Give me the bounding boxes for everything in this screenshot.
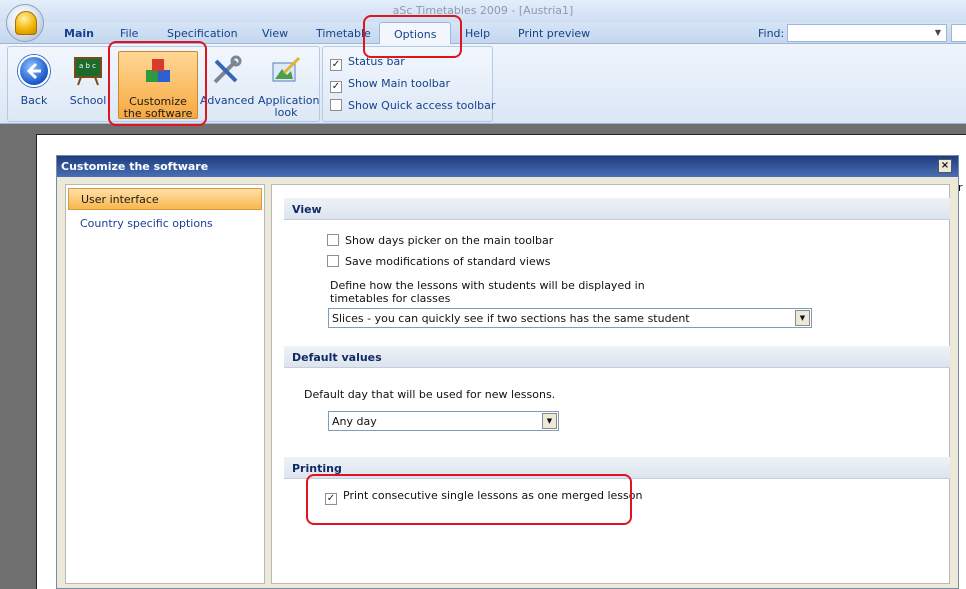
secondary-input[interactable] — [951, 24, 966, 42]
nav-item-country-specific-options[interactable]: Country specific options — [68, 213, 262, 235]
nav-item-user-interface[interactable]: User interface — [68, 188, 262, 210]
lessons-display-select[interactable]: Slices - you can quickly see if two sect… — [328, 308, 812, 328]
default-day-select[interactable]: Any day ▼ — [328, 411, 559, 431]
bell-icon — [15, 11, 37, 35]
checkbox[interactable] — [327, 234, 339, 246]
chevron-down-icon[interactable]: ▼ — [795, 310, 810, 326]
dialog-title: Customize the software × — [57, 156, 958, 177]
window-title: aSc Timetables 2009 - [Austria1] — [392, 4, 574, 17]
back-button[interactable]: Back — [10, 51, 58, 119]
application-look-button[interactable]: Application look — [254, 51, 319, 119]
section-printing-header: Printing — [284, 457, 950, 479]
checkbox[interactable] — [330, 99, 342, 111]
back-arrow-icon — [18, 55, 50, 87]
blocks-icon — [142, 56, 174, 88]
tab-timetable[interactable]: Timetable — [316, 27, 371, 40]
ribbon: Back a b c School Customize the software… — [0, 44, 966, 124]
customize-dialog: Customize the software × User interface … — [56, 155, 959, 589]
section-default-values-header: Default values — [284, 346, 950, 368]
checkbox[interactable]: ✓ — [325, 493, 337, 505]
customize-software-button[interactable]: Customize the software — [118, 51, 198, 120]
status-bar-check[interactable]: ✓ Status bar — [330, 55, 405, 71]
advanced-button[interactable]: Advanced — [200, 51, 254, 119]
default-day-label: Default day that will be used for new le… — [304, 388, 556, 401]
print-merged-lessons-option[interactable]: ✓ Print consecutive single lessons as one… — [325, 489, 642, 505]
tab-help[interactable]: Help — [465, 27, 490, 40]
tab-file[interactable]: File — [120, 27, 138, 40]
tab-print-preview[interactable]: Print preview — [518, 27, 590, 40]
checkbox[interactable] — [327, 255, 339, 267]
dialog-content: View Show days picker on the main toolba… — [271, 184, 950, 584]
find-label: Find: — [758, 27, 785, 40]
paint-palette-icon — [270, 55, 302, 87]
show-days-picker-option[interactable]: Show days picker on the main toolbar — [327, 234, 553, 247]
define-lessons-label: Define how the lessons with students wil… — [330, 279, 645, 305]
tab-main[interactable]: Main — [64, 27, 94, 40]
ribbon-tabs: Main File Specification View Timetable O… — [0, 22, 966, 45]
tab-view[interactable]: View — [262, 27, 288, 40]
checkbox[interactable]: ✓ — [330, 81, 342, 93]
save-modifications-option[interactable]: Save modifications of standard views — [327, 255, 550, 268]
svg-text:a b c: a b c — [79, 62, 96, 70]
checkbox[interactable]: ✓ — [330, 59, 342, 71]
chevron-down-icon[interactable]: ▼ — [542, 413, 557, 429]
ribbon-group-options: Back a b c School Customize the software… — [7, 46, 320, 122]
app-menu-button[interactable] — [6, 4, 44, 42]
school-button[interactable]: a b c School — [64, 51, 112, 119]
show-quick-access-toolbar-check[interactable]: Show Quick access toolbar — [330, 99, 495, 112]
tab-specification[interactable]: Specification — [167, 27, 238, 40]
show-main-toolbar-check[interactable]: ✓ Show Main toolbar — [330, 77, 450, 93]
dialog-nav: User interface Country specific options — [65, 184, 265, 584]
find-input[interactable] — [787, 24, 947, 42]
chalkboard-icon: a b c — [72, 55, 104, 87]
title-bar: aSc Timetables 2009 - [Austria1] — [0, 0, 966, 22]
close-icon[interactable]: × — [938, 159, 952, 173]
tools-icon — [210, 55, 242, 87]
section-view-header: View — [284, 198, 950, 220]
tab-options[interactable]: Options — [379, 22, 452, 45]
chevron-down-icon[interactable]: ▼ — [931, 26, 945, 40]
